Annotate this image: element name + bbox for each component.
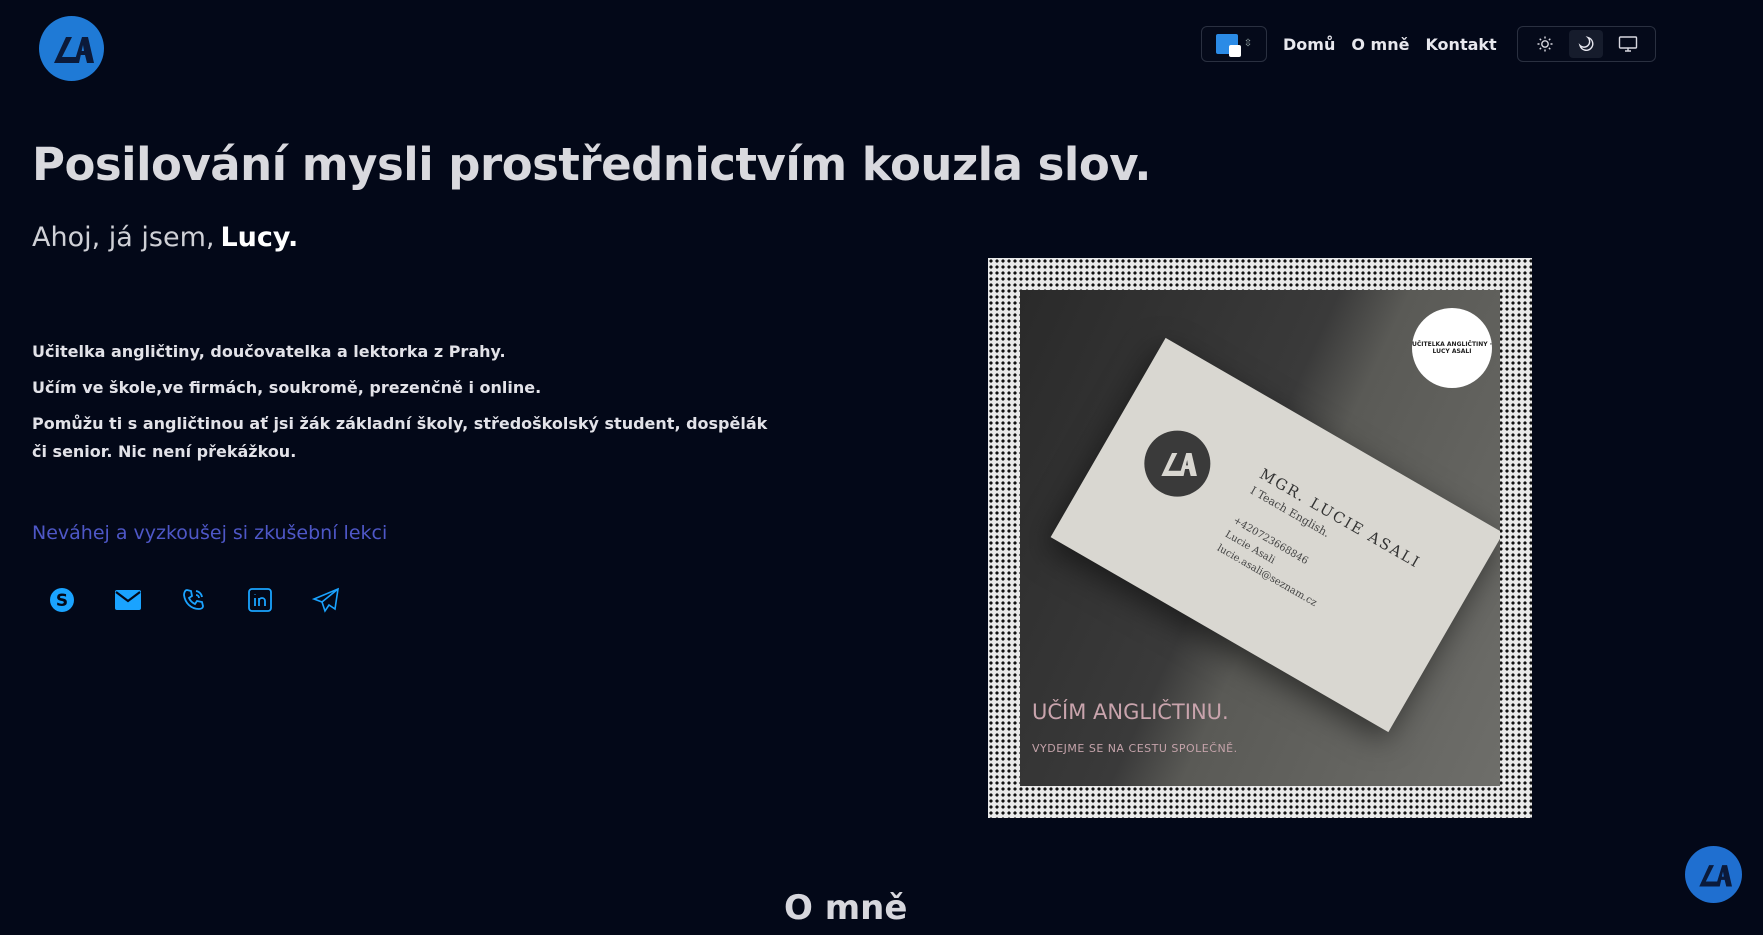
- phone-icon: [183, 589, 204, 610]
- business-card-photo: MGR. LUCIE ASALI I Teach English. +42072…: [1020, 290, 1500, 786]
- chevron-updown-icon: ⇳: [1243, 38, 1253, 49]
- nav-link-contact[interactable]: Kontakt: [1425, 35, 1496, 54]
- hero-paragraph-1: Učitelka angličtiny, doučovatelka a lekt…: [32, 342, 506, 361]
- monitor-icon: [1618, 36, 1638, 52]
- badge-text: UČITELKA ANGLIČTINY · LUCY ASALI: [1412, 340, 1493, 355]
- main-nav: ⇳ Domů O mně Kontakt: [1201, 26, 1656, 62]
- hero-paragraph-2: Učím ve škole,ve firmách, soukromě, prez…: [32, 378, 542, 397]
- card-logo-icon: [1144, 430, 1211, 497]
- theme-toggle: [1516, 26, 1656, 62]
- language-select[interactable]: ⇳: [1201, 26, 1267, 62]
- telegram-icon: [312, 587, 340, 613]
- la-monogram-logo-icon: [1698, 864, 1732, 886]
- image-subheading: VYDEJME SE NA CESTU SPOLEČNĚ.: [1032, 742, 1238, 755]
- greeting-name: Lucy.: [220, 222, 299, 253]
- nav-link-about[interactable]: O mně: [1351, 35, 1409, 54]
- linkedin-link[interactable]: [242, 582, 278, 618]
- card-title: MGR. LUCIE ASALI: [1256, 464, 1424, 572]
- business-card: MGR. LUCIE ASALI I Teach English. +42072…: [1050, 337, 1500, 733]
- email-icon: [115, 590, 141, 610]
- teacher-badge: UČITELKA ANGLIČTINY · LUCY ASALI: [1412, 308, 1492, 388]
- theme-dark-button[interactable]: [1569, 30, 1604, 58]
- phone-link[interactable]: [176, 582, 212, 618]
- page: ⇳ Domů O mně Kontakt Posilování mysli pr…: [0, 0, 1763, 935]
- telegram-link[interactable]: [308, 582, 344, 618]
- theme-light-button[interactable]: [1528, 30, 1562, 58]
- hero-headline: Posilování mysli prostřednictvím kouzla …: [32, 138, 1152, 191]
- floating-logo-button[interactable]: [1685, 846, 1742, 903]
- trial-lesson-link[interactable]: Neváhej a vyzkoušej si zkušební lekci: [32, 522, 387, 544]
- moon-icon: [1578, 36, 1594, 51]
- email-link[interactable]: [110, 582, 146, 618]
- skype-icon: S: [50, 588, 74, 612]
- hero-image: MGR. LUCIE ASALI I Teach English. +42072…: [988, 258, 1532, 818]
- image-heading: UČÍM ANGLIČTINU.: [1032, 700, 1229, 724]
- about-section-title: O mně: [784, 888, 908, 928]
- svg-text:S: S: [56, 591, 68, 611]
- theme-system-button[interactable]: [1611, 30, 1645, 58]
- skype-link[interactable]: S: [44, 582, 80, 618]
- site-logo[interactable]: [39, 16, 104, 81]
- social-links: S: [44, 582, 344, 618]
- google-translate-icon: [1215, 34, 1241, 57]
- linkedin-icon: [248, 588, 272, 612]
- hero-paragraph-3: Pomůžu ti s angličtinou ať jsi žák zákla…: [32, 414, 768, 461]
- sun-icon: [1537, 36, 1552, 52]
- la-monogram-logo-icon: [53, 36, 94, 63]
- hero-greeting: Ahoj, já jsem, Lucy.: [32, 222, 298, 253]
- greeting-prefix: Ahoj, já jsem,: [32, 222, 215, 253]
- nav-link-home[interactable]: Domů: [1283, 35, 1335, 54]
